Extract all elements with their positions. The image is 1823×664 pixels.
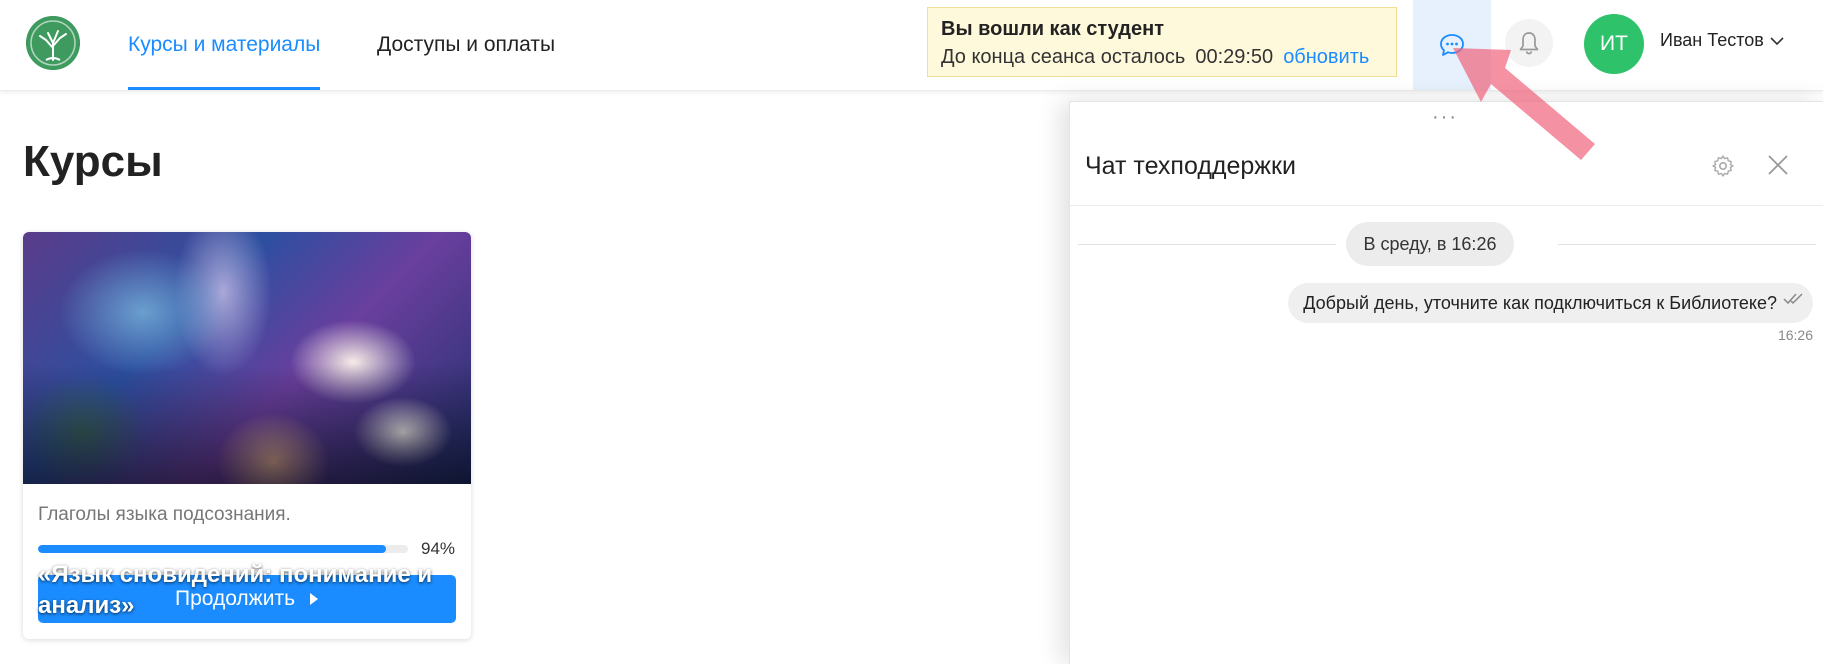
chat-drag-handle[interactable]: ···: [1432, 106, 1458, 129]
user-avatar[interactable]: ИТ: [1584, 14, 1644, 74]
date-separator-line-right: [1558, 244, 1816, 245]
chat-header-divider: [1070, 205, 1823, 206]
chat-title: Чат техподдержки: [1085, 152, 1296, 180]
nav-courses-materials[interactable]: Курсы и материалы: [128, 0, 321, 90]
page-title: Курсы: [23, 137, 163, 186]
course-card[interactable]: «Язык сновидений: понимание и анализ» Гл…: [23, 232, 471, 639]
session-title: Вы вошли как студент: [941, 18, 1164, 40]
course-current-lesson: Глаголы языка подсознания.: [38, 504, 291, 525]
chat-message-time: 16:26: [1777, 327, 1813, 343]
nav-access-payments[interactable]: Доступы и оплаты: [377, 0, 555, 90]
bell-icon: [1519, 32, 1539, 55]
chat-bubble-icon: [1440, 34, 1464, 56]
support-chat-panel: ··· Чат техподдержки В среду, в 16:26 До…: [1069, 101, 1823, 664]
top-header: Курсы и материалы Доступы и оплаты Вы во…: [0, 0, 1823, 91]
session-refresh-link[interactable]: обновить: [1283, 46, 1369, 68]
tree-logo-icon[interactable]: [26, 16, 80, 70]
course-progress-label: 94%: [421, 539, 456, 558]
notifications-button[interactable]: [1505, 19, 1553, 67]
chat-message-bubble[interactable]: Добрый день, уточните как подключиться к…: [1288, 283, 1813, 323]
session-remaining-label: До конца сеанса осталось: [941, 46, 1186, 68]
date-separator: В среду, в 16:26: [1346, 222, 1514, 266]
course-progress-fill: [38, 545, 386, 553]
user-name[interactable]: Иван Тестов: [1660, 30, 1764, 51]
chat-button[interactable]: [1413, 0, 1491, 90]
session-timer: 00:29:50: [1195, 46, 1274, 68]
course-cover-image[interactable]: [23, 232, 471, 484]
date-separator-line-left: [1078, 244, 1336, 245]
session-banner: Вы вошли как студент До конца сеанса ост…: [927, 7, 1397, 77]
course-progress-bar: [38, 545, 408, 553]
gear-icon[interactable]: [1711, 154, 1735, 178]
double-check-icon: [1783, 293, 1803, 305]
chevron-down-icon[interactable]: [1770, 36, 1784, 46]
session-timer-line: До конца сеанса осталось 00:29:50 обновить: [941, 42, 1383, 72]
course-title[interactable]: «Язык сновидений: понимание и анализ»: [38, 559, 448, 621]
close-icon[interactable]: [1767, 154, 1789, 176]
chat-message-text: Добрый день, уточните как подключиться к…: [1303, 293, 1777, 313]
